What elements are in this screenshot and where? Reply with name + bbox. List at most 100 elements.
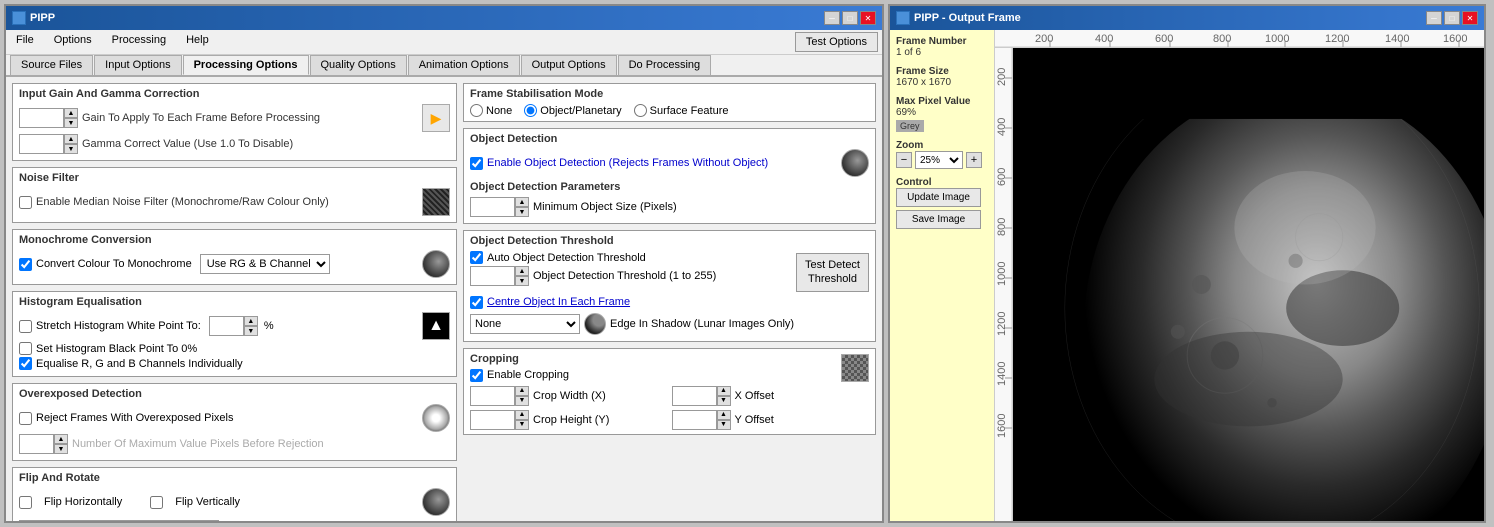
stretch-spinner[interactable]: 75 ▲ ▼ [209,316,258,336]
enable-detect-checkbox[interactable] [470,157,483,170]
max-pixels-down[interactable]: ▼ [54,444,68,454]
stretch-down[interactable]: ▼ [244,326,258,336]
x-offset-up[interactable]: ▲ [717,386,731,396]
monochrome-checkbox[interactable] [19,258,32,271]
x-offset-down[interactable]: ▼ [717,396,731,406]
black-point-checkbox[interactable] [19,342,32,355]
gain-up[interactable]: ▲ [64,108,78,118]
gain-play-icon[interactable]: ▶ [422,104,450,132]
grey-badge: Grey [896,120,924,132]
y-offset-spinner[interactable]: 0 ▲ ▼ [672,410,731,430]
maximize-button[interactable]: □ [842,11,858,25]
test-detect-button[interactable]: Test Detect Threshold [796,253,869,292]
zoom-in-button[interactable]: + [966,152,982,168]
tab-source-files[interactable]: Source Files [10,55,93,75]
y-offset-input[interactable]: 0 [672,410,717,430]
minimize-button[interactable]: ─ [824,11,840,25]
threshold-input[interactable]: 40 [470,266,515,286]
centre-label[interactable]: Centre Object In Each Frame [487,296,630,308]
min-size-spinner[interactable]: 50 ▲ ▼ [470,197,529,217]
shadow-select[interactable]: None [470,314,580,334]
tab-animation-options[interactable]: Animation Options [408,55,520,75]
output-close-button[interactable]: ✕ [1462,11,1478,25]
equalise-checkbox[interactable] [19,357,32,370]
flip-h-checkbox[interactable] [19,496,32,509]
menu-options[interactable]: Options [48,32,98,52]
overexposed-row: Reject Frames With Overexposed Pixels [19,404,450,432]
auto-threshold-checkbox[interactable] [470,251,483,264]
crop-height-spinner[interactable]: 1670 ▲ ▼ [470,410,529,430]
output-window: PIPP - Output Frame ─ □ ✕ Frame Number 1… [888,4,1486,523]
min-size-down[interactable]: ▼ [515,207,529,217]
output-minimize-button[interactable]: ─ [1426,11,1442,25]
output-maximize-button[interactable]: □ [1444,11,1460,25]
tab-quality-options[interactable]: Quality Options [310,55,407,75]
crop-height-input[interactable]: 1670 [470,410,515,430]
tab-output-options[interactable]: Output Options [521,55,617,75]
threshold-spinner[interactable]: 40 ▲ ▼ [470,266,529,286]
threshold-down[interactable]: ▼ [515,276,529,286]
gain-input[interactable]: 1.0 [19,108,64,128]
stretch-up[interactable]: ▲ [244,316,258,326]
gain-down[interactable]: ▼ [64,118,78,128]
output-app-icon [896,11,910,25]
crop-width-spinner[interactable]: 1670 ▲ ▼ [470,386,529,406]
crop-width-input[interactable]: 1670 [470,386,515,406]
gain-row: 1.0 ▲ ▼ Gain To Apply To Each Frame Befo… [19,104,450,132]
flip-v-checkbox[interactable] [150,496,163,509]
crop-height-up[interactable]: ▲ [515,410,529,420]
radio-none-input[interactable] [470,104,483,117]
x-offset-input[interactable]: 0 [672,386,717,406]
gain-spinner[interactable]: 1.0 ▲ ▼ [19,108,78,128]
close-button[interactable]: ✕ [860,11,876,25]
monochrome-channel-select[interactable]: Use RG & B Channels Use R Channel Only U… [200,254,330,274]
min-size-input[interactable]: 50 [470,197,515,217]
rotation-select[interactable]: No Rotation Rotate 90° Rotate 180° Rotat… [19,520,219,521]
tab-input-options[interactable]: Input Options [94,55,181,75]
menu-file[interactable]: File [10,32,40,52]
frame-number-value: 1 of 6 [896,47,988,58]
equalise-row: Equalise R, G and B Channels Individuall… [19,357,450,370]
gamma-input[interactable]: 1.0 [19,134,64,154]
gamma-spinner[interactable]: 1.0 ▲ ▼ [19,134,78,154]
crop-width-down[interactable]: ▼ [515,396,529,406]
menu-help[interactable]: Help [180,32,215,52]
menu-processing[interactable]: Processing [106,32,172,52]
overexposed-checkbox[interactable] [19,412,32,425]
max-pixels-input[interactable]: 20 [19,434,54,454]
crop-width-up[interactable]: ▲ [515,386,529,396]
zoom-out-button[interactable]: − [896,152,912,168]
tab-processing-options[interactable]: Processing Options [183,55,309,75]
tab-do-processing[interactable]: Do Processing [618,55,712,75]
x-offset-spinner[interactable]: 0 ▲ ▼ [672,386,731,406]
svg-text:1400: 1400 [996,362,1008,386]
frame-number-group: Frame Number 1 of 6 [896,36,988,58]
gamma-down[interactable]: ▼ [64,144,78,154]
y-offset-up[interactable]: ▲ [717,410,731,420]
radio-object-input[interactable] [524,104,537,117]
centre-checkbox[interactable] [470,296,483,309]
save-image-button[interactable]: Save Image [896,210,981,229]
enable-cropping-checkbox[interactable] [470,369,483,382]
output-image-area: 200 400 600 800 1000 1200 1400 1600 [995,30,1484,521]
threshold-up[interactable]: ▲ [515,266,529,276]
stretch-input[interactable]: 75 [209,316,244,336]
mono-moon-icon [422,250,450,278]
min-size-up[interactable]: ▲ [515,197,529,207]
auto-threshold-row: Auto Object Detection Threshold [470,251,788,264]
histogram-icon: ▲ [422,312,450,340]
zoom-select[interactable]: 10% 25% 50% 75% 100% [915,151,963,169]
update-image-button[interactable]: Update Image [896,188,981,207]
noise-filter-checkbox[interactable] [19,196,32,209]
shadow-icon [584,313,606,335]
crop-height-down[interactable]: ▼ [515,420,529,430]
gamma-up[interactable]: ▲ [64,134,78,144]
test-options-button[interactable]: Test Options [795,32,878,52]
stretch-checkbox[interactable] [19,320,32,333]
radio-surface-input[interactable] [634,104,647,117]
max-pixels-up[interactable]: ▲ [54,434,68,444]
y-offset-down[interactable]: ▼ [717,420,731,430]
max-pixels-spinner[interactable]: 20 ▲ ▼ [19,434,68,454]
y-offset-row: 0 ▲ ▼ Y Offset [672,410,870,430]
ruler-left: 200 400 600 800 1000 1200 1400 [995,48,1013,521]
